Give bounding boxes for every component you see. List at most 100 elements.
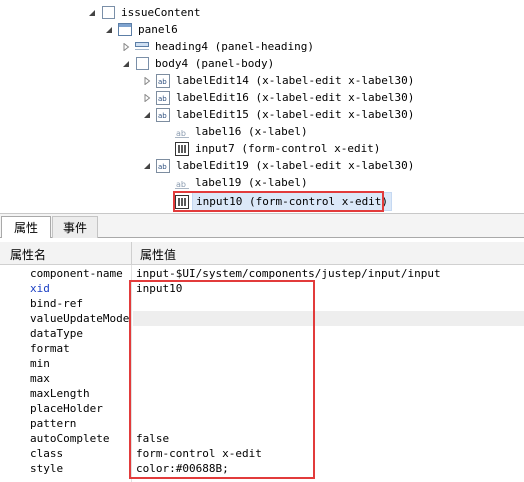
property-name: maxLength bbox=[30, 387, 90, 400]
property-name: min bbox=[30, 357, 50, 370]
property-row-pattern[interactable]: pattern bbox=[0, 416, 524, 431]
tree-node-labeledit15[interactable]: ab labelEdit15 (x-label-edit x-label30) bbox=[141, 106, 414, 123]
property-name: xid bbox=[30, 282, 50, 295]
property-row-autocomplete[interactable]: autoComplete false bbox=[0, 431, 524, 446]
tree-node-label19[interactable]: ab label19 (x-label) bbox=[160, 174, 308, 191]
property-row-min[interactable]: min bbox=[0, 356, 524, 371]
column-header-value[interactable]: 属性值 bbox=[140, 246, 176, 263]
svg-text:ab: ab bbox=[158, 112, 167, 120]
property-row-xid[interactable]: xid input10 bbox=[0, 281, 524, 296]
tree-node-label: label19 (x-label) bbox=[195, 176, 308, 189]
tree-node-label: label16 (x-label) bbox=[195, 125, 308, 138]
tree-node-label: labelEdit14 (x-label-edit x-label30) bbox=[176, 74, 415, 87]
svg-text:ab: ab bbox=[158, 95, 167, 103]
expanded-toggle-icon[interactable] bbox=[103, 21, 115, 38]
property-value[interactable]: false bbox=[136, 431, 169, 446]
property-name: autoComplete bbox=[30, 432, 110, 445]
svg-text:ab: ab bbox=[158, 163, 167, 171]
svg-text:ab: ab bbox=[176, 180, 186, 189]
heading-icon bbox=[135, 40, 149, 54]
expanded-toggle-icon[interactable] bbox=[141, 106, 153, 123]
property-row-style[interactable]: style color:#00688B; bbox=[0, 461, 524, 476]
property-name: component-name bbox=[30, 267, 123, 280]
property-value[interactable]: form-control x-edit bbox=[136, 446, 262, 461]
tree-node-label: issueContent bbox=[121, 6, 201, 19]
tab-label: 属性 bbox=[13, 221, 38, 235]
property-value[interactable]: input10 bbox=[136, 281, 182, 296]
tree-node-label: labelEdit16 (x-label-edit x-label30) bbox=[176, 91, 415, 104]
property-row-placeholder[interactable]: placeHolder bbox=[0, 401, 524, 416]
expanded-toggle-icon[interactable] bbox=[141, 157, 153, 174]
tree-node-label: panel6 bbox=[138, 23, 178, 36]
tree-node-labeledit16[interactable]: ab labelEdit16 (x-label-edit x-label30) bbox=[141, 89, 414, 106]
tab-properties[interactable]: 属性 bbox=[1, 216, 51, 239]
expanded-toggle-icon[interactable] bbox=[86, 4, 98, 21]
property-value[interactable]: input-$UI/system/components/justep/input… bbox=[136, 266, 441, 281]
label-icon: ab bbox=[175, 176, 189, 190]
property-name: pattern bbox=[30, 417, 77, 430]
property-value[interactable]: color:#00688B; bbox=[136, 461, 229, 476]
tree-node-body4[interactable]: body4 (panel-body) bbox=[120, 55, 274, 72]
property-name: format bbox=[30, 342, 70, 355]
property-name: valueUpdateMode bbox=[30, 312, 130, 325]
tree-node-issuecontent[interactable]: issueContent bbox=[86, 4, 200, 21]
property-name: class bbox=[30, 447, 64, 460]
collapsed-toggle-icon[interactable] bbox=[141, 72, 153, 89]
property-name: max bbox=[30, 372, 50, 385]
properties-tab-bar: 属性 事件 bbox=[0, 213, 524, 239]
panel-icon bbox=[118, 23, 132, 37]
svg-text:ab: ab bbox=[176, 129, 186, 138]
svg-text:ab: ab bbox=[158, 78, 167, 86]
tree-node-input10[interactable]: input10 (form-control x-edit) bbox=[160, 192, 393, 211]
property-name: style bbox=[30, 462, 64, 475]
table-header: 属性名 属性值 bbox=[0, 242, 524, 265]
expanded-toggle-icon[interactable] bbox=[120, 55, 132, 72]
property-row-bind-ref[interactable]: bind-ref bbox=[0, 296, 524, 311]
property-row-valueupdatemode[interactable]: valueUpdateMode bbox=[0, 311, 524, 326]
property-name: dataType bbox=[30, 327, 83, 340]
readonly-value-background bbox=[133, 311, 524, 326]
tree-node-labeledit14[interactable]: ab labelEdit14 (x-label-edit x-label30) bbox=[141, 72, 414, 89]
box-icon bbox=[135, 57, 149, 71]
tree-node-panel6[interactable]: panel6 bbox=[103, 21, 178, 38]
tab-label: 事件 bbox=[62, 221, 87, 235]
column-header-name[interactable]: 属性名 bbox=[10, 246, 46, 263]
property-row-format[interactable]: format bbox=[0, 341, 524, 356]
tree-node-heading4[interactable]: heading4 (panel-heading) bbox=[120, 38, 314, 55]
label-edit-icon: ab bbox=[156, 158, 170, 173]
collapsed-toggle-icon[interactable] bbox=[120, 38, 132, 55]
property-name: placeHolder bbox=[30, 402, 103, 415]
properties-table: 属性名 属性值 component-name input-$UI/system/… bbox=[0, 238, 524, 482]
label-edit-icon: ab bbox=[156, 107, 170, 122]
tree-node-label: labelEdit19 (x-label-edit x-label30) bbox=[176, 159, 415, 172]
tree-node-input7[interactable]: input7 (form-control x-edit) bbox=[160, 140, 380, 157]
tree-node-label: input10 (form-control x-edit) bbox=[192, 192, 393, 211]
tree-node-labeledit19[interactable]: ab labelEdit19 (x-label-edit x-label30) bbox=[141, 157, 414, 174]
property-row-datatype[interactable]: dataType bbox=[0, 326, 524, 341]
column-divider[interactable] bbox=[131, 242, 132, 264]
column-divider bbox=[131, 265, 132, 482]
input-icon bbox=[175, 194, 189, 209]
property-name: bind-ref bbox=[30, 297, 83, 310]
tree-node-label16[interactable]: ab label16 (x-label) bbox=[160, 123, 308, 140]
input-icon bbox=[175, 141, 189, 156]
label-edit-icon: ab bbox=[156, 73, 170, 88]
tree-node-label: heading4 (panel-heading) bbox=[155, 40, 314, 53]
property-row-component-name[interactable]: component-name input-$UI/system/componen… bbox=[0, 266, 524, 281]
property-row-class[interactable]: class form-control x-edit bbox=[0, 446, 524, 461]
label-edit-icon: ab bbox=[156, 90, 170, 105]
box-icon bbox=[101, 6, 115, 20]
collapsed-toggle-icon[interactable] bbox=[141, 89, 153, 106]
tree-node-label: labelEdit15 (x-label-edit x-label30) bbox=[176, 108, 415, 121]
tree-node-label: body4 (panel-body) bbox=[155, 57, 275, 70]
property-row-max[interactable]: max bbox=[0, 371, 524, 386]
label-icon: ab bbox=[175, 125, 189, 139]
outline-tree: issueContent panel6 heading4 (panel-head… bbox=[0, 0, 524, 212]
tab-events[interactable]: 事件 bbox=[52, 216, 98, 238]
tree-node-label: input7 (form-control x-edit) bbox=[195, 142, 381, 155]
property-row-maxlength[interactable]: maxLength bbox=[0, 386, 524, 401]
